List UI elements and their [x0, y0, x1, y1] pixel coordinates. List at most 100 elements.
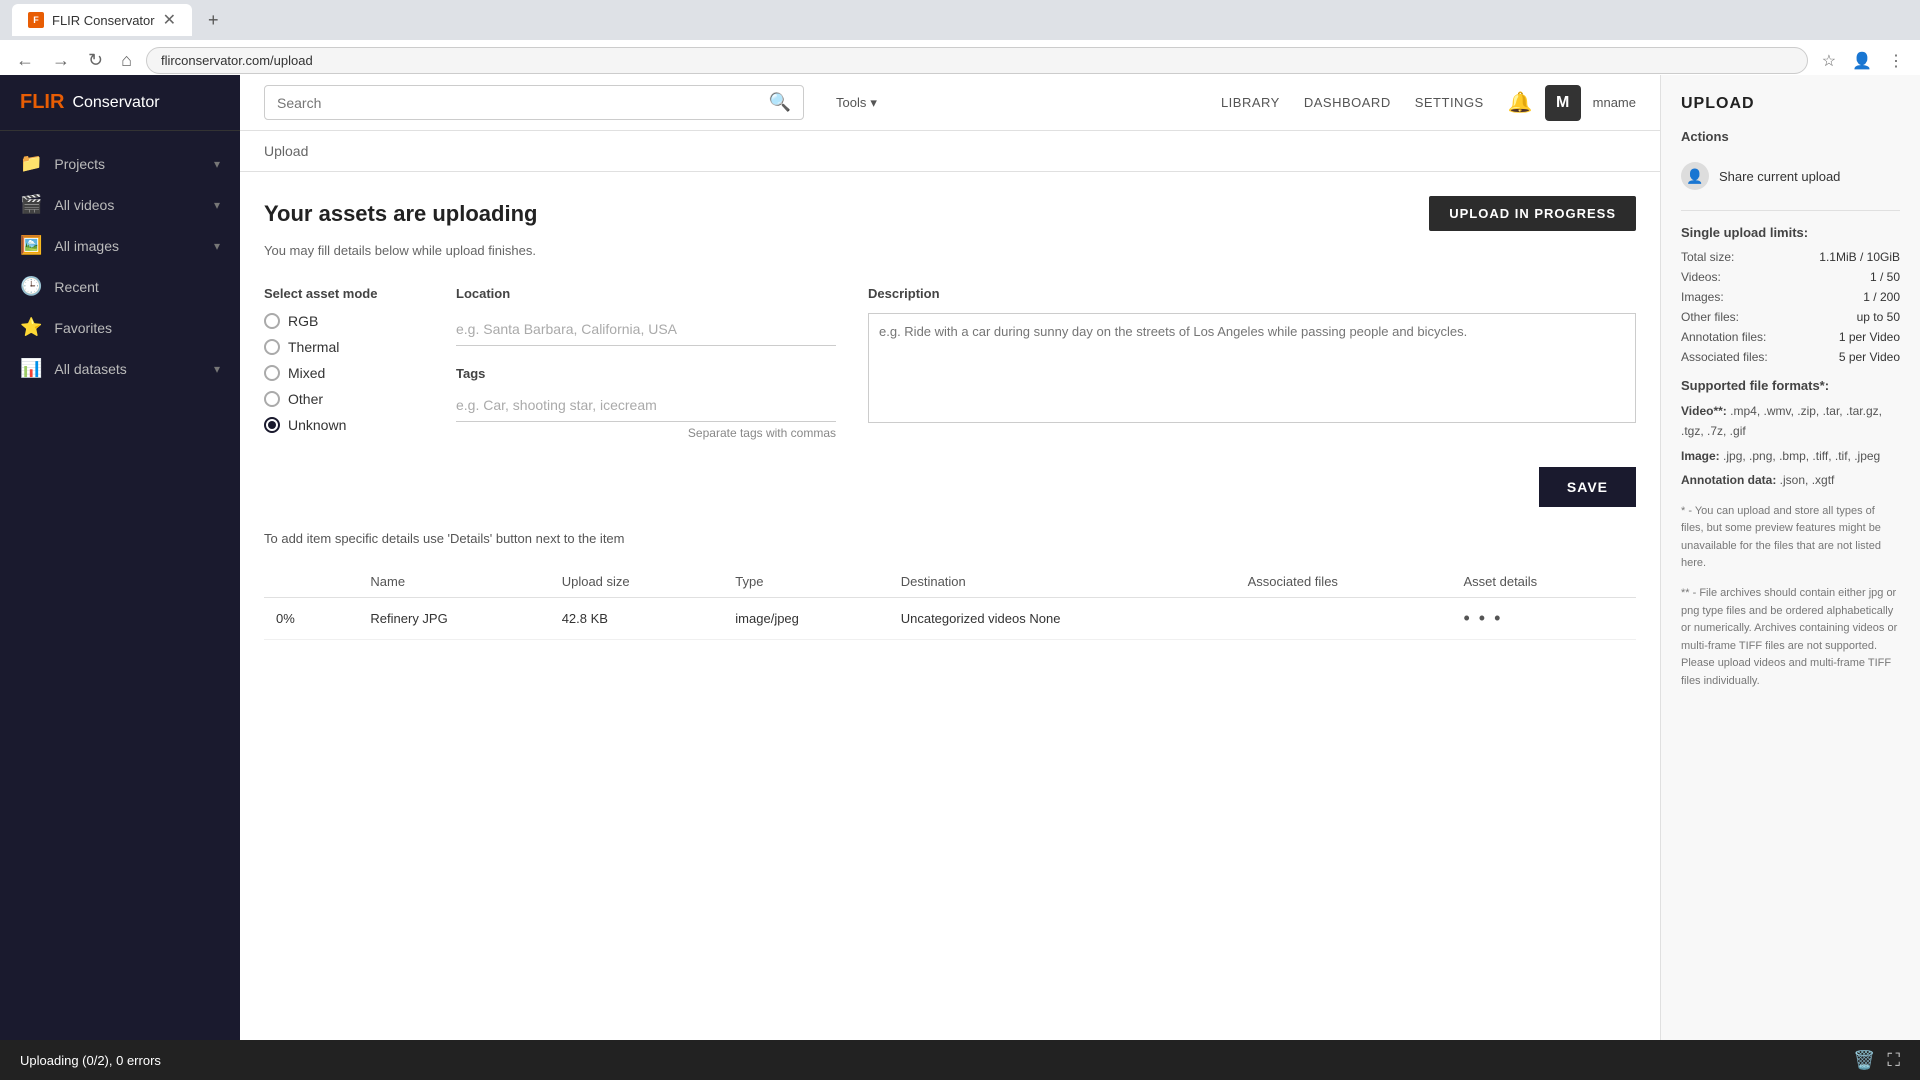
row-associated: [1236, 598, 1452, 640]
row-type: image/jpeg: [723, 598, 888, 640]
sidebar-item-all-images[interactable]: 🖼️ All images ▾: [0, 225, 240, 266]
library-link[interactable]: LIBRARY: [1221, 95, 1280, 110]
breadcrumb-label: Upload: [264, 143, 308, 159]
video-icon: 🎬: [20, 194, 42, 215]
menu-icon[interactable]: ⋮: [1884, 47, 1908, 75]
format-type-image: Image:: [1681, 449, 1720, 463]
trash-icon[interactable]: 🗑️: [1853, 1050, 1875, 1071]
limit-value: 5 per Video: [1839, 350, 1900, 364]
search-input[interactable]: [277, 95, 761, 111]
logo-flir: FLIR: [20, 91, 64, 114]
actions-label: Actions: [1681, 129, 1900, 144]
radio-unknown[interactable]: Unknown: [264, 417, 424, 433]
tags-hint: Separate tags with commas: [456, 426, 836, 440]
forward-button[interactable]: →: [48, 46, 74, 75]
form-grid: Select asset mode RGB Thermal Mixed: [264, 286, 1636, 443]
user-avatar[interactable]: M: [1545, 85, 1581, 121]
tags-input[interactable]: [456, 389, 836, 422]
limit-videos: Videos: 1 / 50: [1681, 270, 1900, 284]
limit-label: Videos:: [1681, 270, 1721, 284]
format-type-annotation: Annotation data:: [1681, 473, 1776, 487]
sidebar-item-projects[interactable]: 📁 Projects ▾: [0, 143, 240, 184]
tab-favicon: F: [28, 12, 44, 28]
upload-progress-button[interactable]: UPLOAD IN PROGRESS: [1429, 196, 1636, 231]
table-row: 0% Refinery JPG 42.8 KB image/jpeg Uncat…: [264, 598, 1636, 640]
panel-title: UPLOAD: [1681, 95, 1900, 113]
location-section: Location Tags Separate tags with commas: [456, 286, 836, 443]
settings-link[interactable]: SETTINGS: [1415, 95, 1484, 110]
profile-icon[interactable]: 👤: [1848, 47, 1876, 75]
radio-other[interactable]: Other: [264, 391, 424, 407]
app-container: FLIR Conservator 📁 Projects ▾ 🎬 All vide…: [0, 75, 1920, 1080]
expand-icon[interactable]: ⛶: [1887, 1050, 1900, 1071]
sidebar-item-all-datasets[interactable]: 📊 All datasets ▾: [0, 348, 240, 389]
radio-label-rgb: RGB: [288, 313, 318, 329]
row-destination: Uncategorized videos None: [889, 598, 1236, 640]
description-textarea[interactable]: [868, 313, 1636, 423]
sidebar-nav: 📁 Projects ▾ 🎬 All videos ▾ 🖼️ All image…: [0, 131, 240, 1080]
location-label: Location: [456, 286, 836, 301]
asset-details-menu-button[interactable]: • • •: [1463, 608, 1502, 629]
radio-btn-unknown[interactable]: [264, 417, 280, 433]
address-bar[interactable]: [146, 47, 1808, 74]
limit-label: Images:: [1681, 290, 1724, 304]
save-button[interactable]: SAVE: [1539, 467, 1636, 507]
star-icon: ⭐: [20, 317, 42, 338]
location-input[interactable]: [456, 313, 836, 346]
search-icon: 🔍: [769, 92, 791, 113]
clock-icon: 🕒: [20, 276, 42, 297]
bell-icon[interactable]: 🔔: [1508, 90, 1533, 115]
radio-btn-mixed[interactable]: [264, 365, 280, 381]
refresh-button[interactable]: ↻: [84, 46, 107, 75]
upload-title: Your assets are uploading: [264, 201, 537, 227]
limit-value: 1 / 200: [1863, 290, 1900, 304]
home-button[interactable]: ⌂: [117, 46, 136, 75]
radio-btn-thermal[interactable]: [264, 339, 280, 355]
sidebar-item-favorites[interactable]: ⭐ Favorites: [0, 307, 240, 348]
radio-btn-other[interactable]: [264, 391, 280, 407]
right-panel: UPLOAD Actions 👤 Share current upload Si…: [1660, 75, 1920, 1080]
browser-tab[interactable]: F FLIR Conservator ✕: [12, 4, 192, 36]
chevron-down-icon: ▾: [214, 362, 220, 376]
format-exts-annotation: .json, .xgtf: [1780, 473, 1835, 487]
sidebar: FLIR Conservator 📁 Projects ▾ 🎬 All vide…: [0, 75, 240, 1080]
col-associated: Associated files: [1236, 566, 1452, 598]
radio-label-mixed: Mixed: [288, 365, 325, 381]
browser-title-bar: F FLIR Conservator ✕ +: [0, 0, 1920, 40]
col-name: Name: [358, 566, 549, 598]
limit-value: 1 / 50: [1870, 270, 1900, 284]
limit-label: Other files:: [1681, 310, 1739, 324]
limit-label: Total size:: [1681, 250, 1734, 264]
back-button[interactable]: ←: [12, 46, 38, 75]
tools-button[interactable]: Tools ▾: [828, 91, 885, 115]
limit-total-size: Total size: 1.1MiB / 10GiB: [1681, 250, 1900, 264]
star-icon[interactable]: ☆: [1818, 47, 1840, 75]
bottom-actions: 🗑️ ⛶: [1853, 1050, 1900, 1071]
sidebar-logo: FLIR Conservator: [0, 75, 240, 131]
panel-divider: [1681, 210, 1900, 211]
nav-links: LIBRARY DASHBOARD SETTINGS: [1221, 95, 1484, 110]
sidebar-item-label: Favorites: [54, 320, 220, 336]
dataset-icon: 📊: [20, 358, 42, 379]
format-note1: * - You can upload and store all types o…: [1681, 503, 1900, 573]
radio-btn-rgb[interactable]: [264, 313, 280, 329]
chevron-down-icon: ▾: [214, 198, 220, 212]
share-action[interactable]: 👤 Share current upload: [1681, 156, 1900, 196]
limit-value: 1 per Video: [1839, 330, 1900, 344]
radio-rgb[interactable]: RGB: [264, 313, 424, 329]
col-size: Upload size: [550, 566, 724, 598]
col-type: Type: [723, 566, 888, 598]
tab-close-button[interactable]: ✕: [163, 10, 176, 30]
row-progress: 0%: [264, 598, 358, 640]
radio-mixed[interactable]: Mixed: [264, 365, 424, 381]
new-tab-button[interactable]: +: [200, 6, 227, 35]
sidebar-item-label: Recent: [54, 279, 220, 295]
radio-thermal[interactable]: Thermal: [264, 339, 424, 355]
sidebar-item-all-videos[interactable]: 🎬 All videos ▾: [0, 184, 240, 225]
dashboard-link[interactable]: DASHBOARD: [1304, 95, 1391, 110]
top-nav: 🔍 Tools ▾ LIBRARY DASHBOARD SETTINGS 🔔 M…: [240, 75, 1660, 131]
sidebar-item-recent[interactable]: 🕒 Recent: [0, 266, 240, 307]
logo-conservator: Conservator: [72, 94, 159, 112]
limit-value: up to 50: [1857, 310, 1900, 324]
radio-label-thermal: Thermal: [288, 339, 339, 355]
